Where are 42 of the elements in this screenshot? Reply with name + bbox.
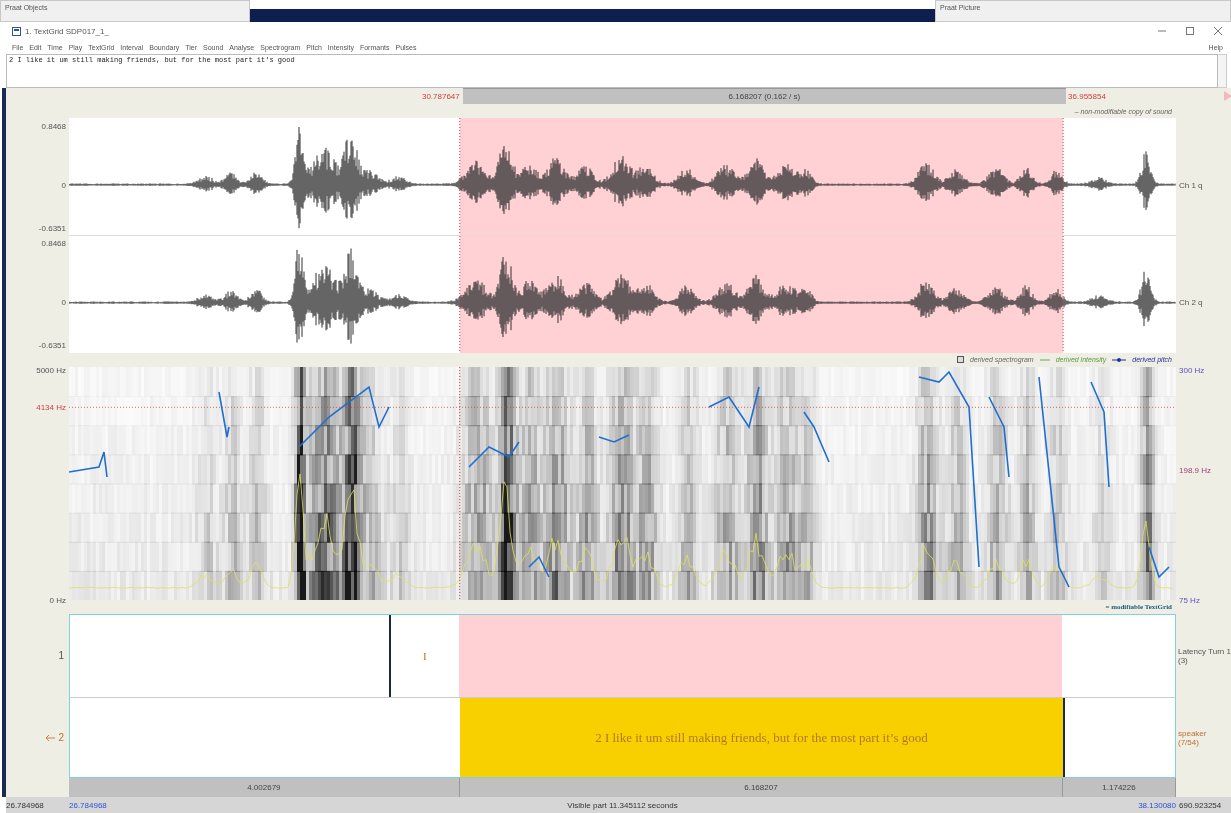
axis-label: 0 Hz — [49, 595, 66, 605]
channel-label: Ch 2 q — [1179, 297, 1203, 307]
duration-bar[interactable]: 4.002679 — [69, 778, 460, 797]
axis-label: 75 Hz — [1179, 595, 1200, 605]
tier-name: Latency Turn 1 — [1178, 646, 1231, 656]
close-icon[interactable] — [1213, 26, 1223, 36]
interval-label[interactable]: I — [423, 650, 427, 662]
axis-label: -0.6351 — [38, 223, 66, 233]
total-start-time: 26.784968 — [6, 800, 44, 810]
axis-label: 0.8468 — [41, 238, 66, 248]
axis-label: 0 — [61, 180, 66, 190]
axis-label: 0 — [61, 297, 66, 307]
visible-start-time: 26.784968 — [69, 800, 107, 810]
window-title: 1. TextGrid SDP017_1_ — [25, 26, 110, 36]
maximize-icon[interactable] — [1185, 26, 1195, 36]
tier-number: 1 — [58, 650, 64, 661]
tier-count: (7/54) — [1178, 737, 1199, 747]
pitch-legend-icon — [1112, 356, 1127, 363]
tier[interactable]: I — [69, 614, 1176, 697]
axis-label: -0.6351 — [38, 340, 66, 350]
intensity-legend-icon — [1039, 357, 1050, 362]
scrollbar[interactable] — [1218, 54, 1227, 88]
selection-start: 30.787647 — [421, 91, 460, 101]
tier-name: speaker — [1178, 728, 1208, 738]
spectrogram-legend-icon — [956, 356, 964, 363]
play-icon[interactable] — [1223, 90, 1231, 102]
axis-label: 5000 Hz — [36, 365, 66, 375]
cursor-frequency: 4134 Hz — [36, 402, 66, 412]
duration-bar[interactable]: 6.168207 — [459, 778, 1064, 797]
tier-count: (3) — [1178, 655, 1188, 665]
channel-label: Ch 1 q — [1179, 180, 1203, 190]
visible-end-time: 38.130080 — [1138, 800, 1176, 810]
visible-part-label: Visible part 11.345112 seconds — [567, 800, 678, 810]
total-end-time: 690.923254 — [1178, 800, 1222, 810]
selection-end: 36.955854 — [1068, 91, 1106, 101]
tier-number: 2 — [58, 732, 64, 743]
axis-label: 0.8468 — [41, 121, 66, 131]
app-icon — [12, 26, 21, 36]
axis-label: 198.9 Hz — [1179, 465, 1212, 474]
axis-label: 300 Hz — [1179, 365, 1205, 375]
selection-duration-bar[interactable]: 6.168207 (0.162 / s) — [462, 88, 1067, 104]
duration-bar[interactable]: 1.174226 — [1063, 778, 1176, 797]
